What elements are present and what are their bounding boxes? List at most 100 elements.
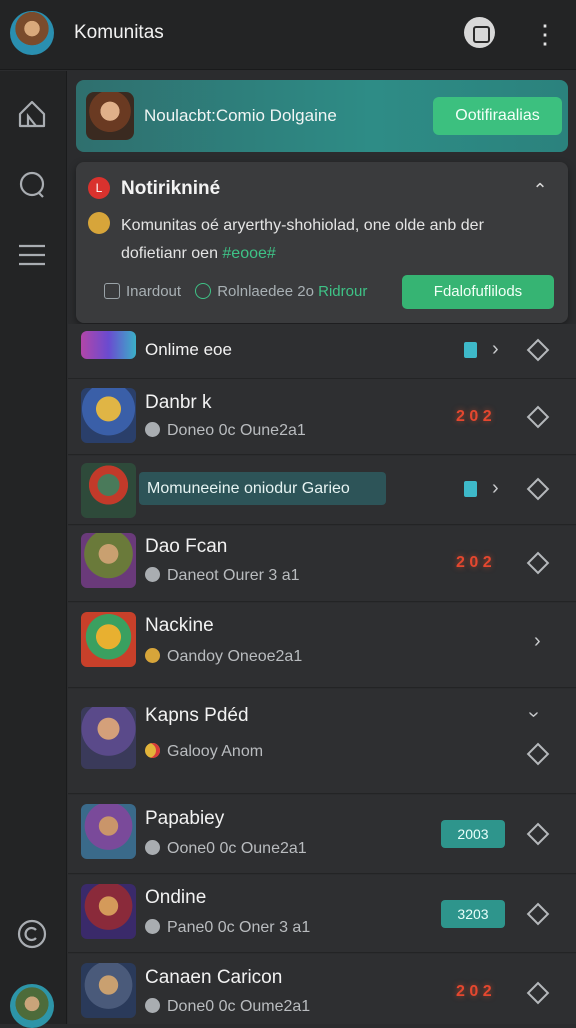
banner-button[interactable]: Ootifiraalias xyxy=(433,97,562,135)
item-name: Onlime eoe xyxy=(145,340,232,359)
item-name: Canaen Caricon xyxy=(145,967,283,988)
item-subtitle: Pane0 0c Oner 3 a1 xyxy=(145,919,310,937)
list-item[interactable]: Nackine Oandoy Oneoe2a1 › xyxy=(68,603,576,688)
item-subtitle-text: Doneo 0c Oune2a1 xyxy=(167,422,306,439)
status-badge: 2 0 2 xyxy=(456,983,492,1000)
item-subtitle: Daneot Ourer 3 a1 xyxy=(145,567,300,585)
game-thumbnail xyxy=(81,612,136,667)
chevron-down-icon[interactable]: › xyxy=(522,711,545,718)
item-subtitle-text: Pane0 0c Oner 3 a1 xyxy=(167,919,311,936)
item-name: Papabiey xyxy=(145,808,225,829)
inbox-icon xyxy=(104,283,120,299)
item-subtitle: Galooy Anom xyxy=(145,743,263,761)
game-thumbnail xyxy=(81,388,136,443)
game-thumbnail xyxy=(81,331,136,359)
diamond-icon[interactable] xyxy=(526,981,550,1005)
lock-icon xyxy=(464,481,477,497)
top-bar: Komunitas ⋮ xyxy=(0,0,576,70)
stop-circle-icon[interactable] xyxy=(464,17,495,48)
search-icon xyxy=(195,283,212,299)
meta-left-label: Inardout xyxy=(126,283,182,300)
phone-icon xyxy=(145,567,160,582)
status-badge: 2 0 2 xyxy=(456,554,492,571)
item-name: Kapns Pdéd xyxy=(145,705,249,726)
item-subtitle: Done0 0c Oume2a1 xyxy=(145,998,310,1016)
diamond-icon[interactable] xyxy=(526,822,550,846)
community-panel: Noulacbt:Comio Dolgaine Ootifiraalias L … xyxy=(68,71,576,1024)
phone-icon xyxy=(145,919,160,934)
list-item[interactable]: Danbr k Doneo 0c Oune2a1 2 0 2 xyxy=(68,379,576,455)
list-icon[interactable] xyxy=(14,237,50,273)
item-subtitle: Oandoy Oneoe2a1 xyxy=(145,648,302,666)
list-item[interactable]: Kapns Pdéd Galooy Anom › xyxy=(68,689,576,794)
phone-icon xyxy=(145,840,160,855)
game-thumbnail xyxy=(81,707,136,769)
list-item[interactable]: Canaen Caricon Done0 0c Oume2a1 2 0 2 xyxy=(68,954,576,1024)
diamond-icon[interactable] xyxy=(526,742,550,766)
profile-avatar[interactable] xyxy=(10,984,54,1028)
game-thumbnail xyxy=(81,963,136,1018)
item-name: Ondine xyxy=(145,887,207,908)
list-item[interactable]: Papabiey Oone0 0c Oune2a1 2003 xyxy=(68,795,576,874)
item-name: Danbr k xyxy=(145,392,212,413)
emoji-icon xyxy=(145,743,160,758)
notification-title: Notirikniné xyxy=(121,178,221,199)
notification-card: L Notirikniné ⌃ Komunitas oé aryerthy-sh… xyxy=(76,162,568,323)
list-item[interactable]: Ondine Pane0 0c Oner 3 a1 3203 xyxy=(68,875,576,953)
list-item[interactable]: Onlime eoe › xyxy=(68,324,576,379)
emoji-icon xyxy=(88,212,110,234)
item-subtitle: Doneo 0c Oune2a1 xyxy=(145,422,306,440)
diamond-icon[interactable] xyxy=(526,338,550,362)
notification-hashtag[interactable]: #eooe# xyxy=(222,245,275,262)
chevron-right-icon[interactable]: › xyxy=(492,477,499,500)
settings-icon[interactable] xyxy=(14,916,50,952)
status-badge: 2003 xyxy=(441,820,505,848)
diamond-icon[interactable] xyxy=(526,477,550,501)
nav-rail xyxy=(0,71,67,1028)
item-subtitle-text: Daneot Ourer 3 a1 xyxy=(167,567,300,584)
status-badge: 2 0 2 xyxy=(456,408,492,425)
more-vertical-icon[interactable]: ⋮ xyxy=(532,20,558,48)
game-thumbnail xyxy=(81,533,136,588)
item-subtitle-text: Galooy Anom xyxy=(167,743,264,760)
chat-icon[interactable] xyxy=(14,167,50,203)
diamond-icon[interactable] xyxy=(526,902,550,926)
notification-line-1: Komunitas oé aryerthy-shohiolad, one old… xyxy=(121,217,484,234)
notification-action-button[interactable]: Fdalofuflilods xyxy=(402,275,554,309)
item-subtitle-text: Oandoy Oneoe2a1 xyxy=(167,648,303,665)
user-avatar[interactable] xyxy=(10,11,54,55)
notification-line-2-text: dofietianr oen xyxy=(121,245,223,262)
game-thumbnail xyxy=(81,804,136,859)
banner-text: Noulacbt:Comio Dolgaine xyxy=(144,106,337,125)
promo-banner[interactable]: Noulacbt:Comio Dolgaine Ootifiraalias xyxy=(76,80,568,152)
game-thumbnail xyxy=(81,463,136,518)
item-highlight-label: Momuneeine oniodur Garieo xyxy=(139,472,386,505)
list-item[interactable]: Momuneeine oniodur Garieo › xyxy=(68,456,576,525)
chevron-up-icon[interactable]: ⌃ xyxy=(529,180,551,200)
alert-badge-icon: L xyxy=(88,177,110,199)
page-title: Komunitas xyxy=(74,22,164,43)
phone-icon xyxy=(145,422,160,437)
meta-right-label[interactable]: Ridrour xyxy=(318,283,367,300)
game-thumbnail xyxy=(81,884,136,939)
chevron-right-icon[interactable]: › xyxy=(492,338,499,361)
diamond-icon[interactable] xyxy=(526,551,550,575)
item-name: Dao Fcan xyxy=(145,536,228,557)
item-subtitle: Oone0 0c Oune2a1 xyxy=(145,840,307,858)
notification-meta: Inardout Rolnlaedee 2o Ridrour xyxy=(104,283,367,300)
meta-mid-label: Rolnlaedee 2o xyxy=(217,283,314,300)
phone-icon xyxy=(145,998,160,1013)
home-icon[interactable] xyxy=(14,96,50,132)
item-subtitle-text: Done0 0c Oume2a1 xyxy=(167,998,311,1015)
list-item[interactable]: Dao Fcan Daneot Ourer 3 a1 2 0 2 xyxy=(68,526,576,602)
emoji-icon xyxy=(145,648,160,663)
banner-thumbnail xyxy=(86,92,134,140)
item-name: Nackine xyxy=(145,615,214,636)
lock-icon xyxy=(464,342,477,358)
notification-line-2: dofietianr oen #eooe# xyxy=(121,240,561,268)
diamond-icon[interactable] xyxy=(526,405,550,429)
item-subtitle-text: Oone0 0c Oune2a1 xyxy=(167,840,307,857)
notification-body: Komunitas oé aryerthy-shohiolad, one old… xyxy=(121,212,561,268)
status-badge: 3203 xyxy=(441,900,505,928)
chevron-right-icon[interactable]: › xyxy=(534,630,541,653)
